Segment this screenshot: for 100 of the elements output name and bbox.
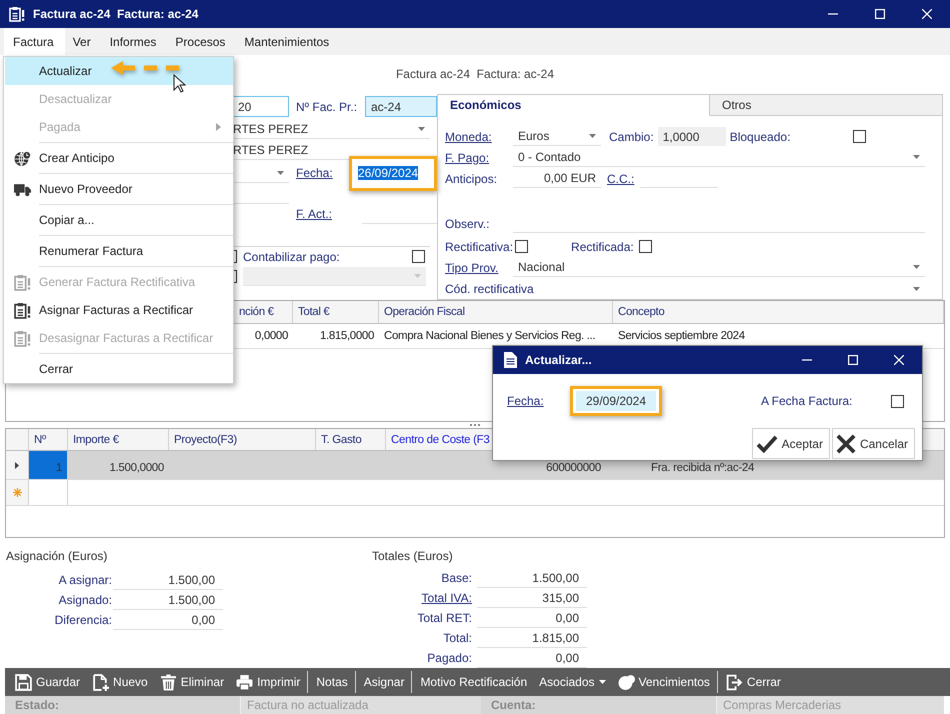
caret-icon: [589, 134, 596, 138]
text-field[interactable]: 1.815,00: [477, 628, 587, 648]
row-pointer-icon: [15, 462, 19, 468]
field-label: Total RET:: [417, 611, 472, 625]
field-label: Pagado:: [427, 651, 472, 665]
link-label[interactable]: F. Act.:: [296, 207, 332, 221]
text-field[interactable]: 1.500,00: [113, 590, 223, 610]
menu-item[interactable]: Asignar Facturas a Rectificar: [5, 296, 233, 324]
column-header[interactable]: Importe €: [68, 429, 169, 450]
caret-icon: [913, 265, 920, 269]
clipboard-icon: [14, 330, 30, 346]
combo-box[interactable]: 0 - Contado: [513, 148, 925, 167]
column-header[interactable]: T. Gasto: [316, 429, 386, 450]
x-icon: [836, 434, 856, 454]
splitter-handle[interactable]: [470, 424, 480, 426]
link-label[interactable]: Fecha:: [296, 166, 333, 180]
clipboard-icon: [14, 302, 30, 318]
status-label: Estado:: [5, 696, 240, 714]
document-icon: [504, 352, 517, 368]
column-header[interactable]: Proyecto(F3): [169, 429, 316, 450]
link-label[interactable]: Tipo Prov.: [445, 260, 498, 274]
text-field[interactable]: 0,00: [113, 610, 223, 630]
printer-icon: [236, 674, 254, 690]
table-cell-text: 0,0000: [254, 329, 289, 344]
cursor-icon: [173, 74, 186, 93]
menu-item[interactable]: Mantenimientos: [235, 28, 340, 55]
menu-item[interactable]: Procesos: [166, 28, 236, 55]
text-field[interactable]: 0,00: [477, 608, 587, 628]
date-field[interactable]: 29/09/2024: [576, 391, 656, 411]
text-field[interactable]: 1.500,00: [113, 570, 223, 590]
checkbox[interactable]: [638, 240, 652, 253]
text-field[interactable]: 1,0000: [658, 127, 726, 146]
column-header[interactable]: Total €: [293, 301, 379, 323]
accept-button[interactable]: Aceptar: [752, 428, 830, 459]
caret-icon: [598, 680, 606, 684]
toolbar-button[interactable]: Eliminar: [154, 668, 230, 696]
text-field[interactable]: 1.500,00: [477, 568, 587, 588]
form-title: Factura ac-24 Factura: ac-24: [396, 67, 554, 83]
field-label: Rectificada:: [571, 240, 634, 254]
menu-item[interactable]: Informes: [100, 28, 168, 55]
field-label: Anticipos:: [445, 172, 498, 186]
field-label: Observ.:: [445, 216, 490, 230]
table-cell-text: 1.815,0000: [318, 329, 375, 344]
tab[interactable]: Otros: [710, 95, 942, 116]
window-title: Factura ac-24 Factura: ac-24: [33, 7, 198, 21]
menu-item[interactable]: Factura: [4, 28, 65, 55]
text-field[interactable]: ac-24: [365, 96, 437, 117]
dropdown-button[interactable]: Asociados: [533, 668, 612, 696]
maximize-icon[interactable]: [874, 9, 884, 19]
column-header[interactable]: Concepto: [613, 301, 944, 323]
link-label[interactable]: C.C.:: [607, 172, 634, 186]
checkbox[interactable]: [515, 240, 528, 253]
status-value: Factura no actualizada: [240, 696, 481, 714]
text-field[interactable]: 315,00: [477, 588, 587, 608]
maximize-icon[interactable]: [848, 355, 858, 365]
toolbar-button[interactable]: Cerrar: [720, 668, 787, 696]
combo-box[interactable]: Euros: [513, 127, 601, 146]
menu-item[interactable]: Actualizar: [5, 57, 233, 85]
text-field[interactable]: 0,00 EUR: [513, 169, 601, 188]
checkbox[interactable]: [412, 250, 425, 263]
caret-icon: [414, 274, 421, 278]
menu-item[interactable]: Cerrar: [5, 355, 233, 383]
link-label[interactable]: Fecha:: [507, 394, 544, 408]
toolbar-button[interactable]: Guardar: [9, 668, 86, 696]
field-label: Base:: [441, 571, 472, 585]
field-label: A asignar:: [58, 573, 112, 587]
caret-icon: [913, 286, 920, 290]
dialog-title: Actualizar...: [525, 353, 592, 367]
table-cell-text: Servicios septiembre 2024: [617, 329, 746, 344]
checkbox[interactable]: [853, 130, 866, 143]
field-label: Cód. rectificativa: [445, 282, 534, 296]
combo-box[interactable]: Nacional: [513, 258, 925, 277]
menu-item[interactable]: Ver: [64, 28, 102, 55]
caret-icon: [277, 170, 284, 174]
field-label: Cambio:: [609, 130, 654, 144]
cancel-button[interactable]: Cancelar: [832, 428, 915, 459]
close-icon[interactable]: [894, 355, 904, 365]
checkbox[interactable]: [891, 394, 904, 408]
table-cell-text: Compra Nacional Bienes y Servicios Reg. ...: [383, 329, 596, 344]
toolbar-button[interactable]: Nuevo: [86, 668, 154, 696]
clipboard-icon: [14, 274, 30, 290]
trash-icon: [160, 674, 177, 690]
link-label[interactable]: Total IVA:: [422, 591, 472, 605]
column-header[interactable]: Nº: [29, 429, 68, 450]
section-title: Totales (Euros): [372, 548, 453, 562]
field-label: A Fecha Factura:: [761, 394, 852, 408]
link-label[interactable]: Moneda:: [445, 130, 492, 144]
column-header[interactable]: Operación Fiscal: [379, 301, 613, 323]
new-row-icon: [12, 488, 22, 497]
link-label[interactable]: F. Pago:: [445, 150, 490, 164]
field-label: Diferencia:: [54, 613, 112, 627]
toolbar-button[interactable]: Motivo Rectificación: [414, 668, 534, 696]
check-icon: [756, 434, 778, 452]
save-icon: [15, 674, 32, 690]
close-icon[interactable]: [922, 9, 932, 19]
field-label: Total:: [443, 631, 472, 645]
status-value: Compras Mercaderias: [716, 696, 944, 714]
table-cell: 1.500,0000: [68, 451, 169, 479]
submenu-arrow-icon: [216, 123, 221, 131]
field-label: Bloqueado:: [730, 130, 790, 144]
